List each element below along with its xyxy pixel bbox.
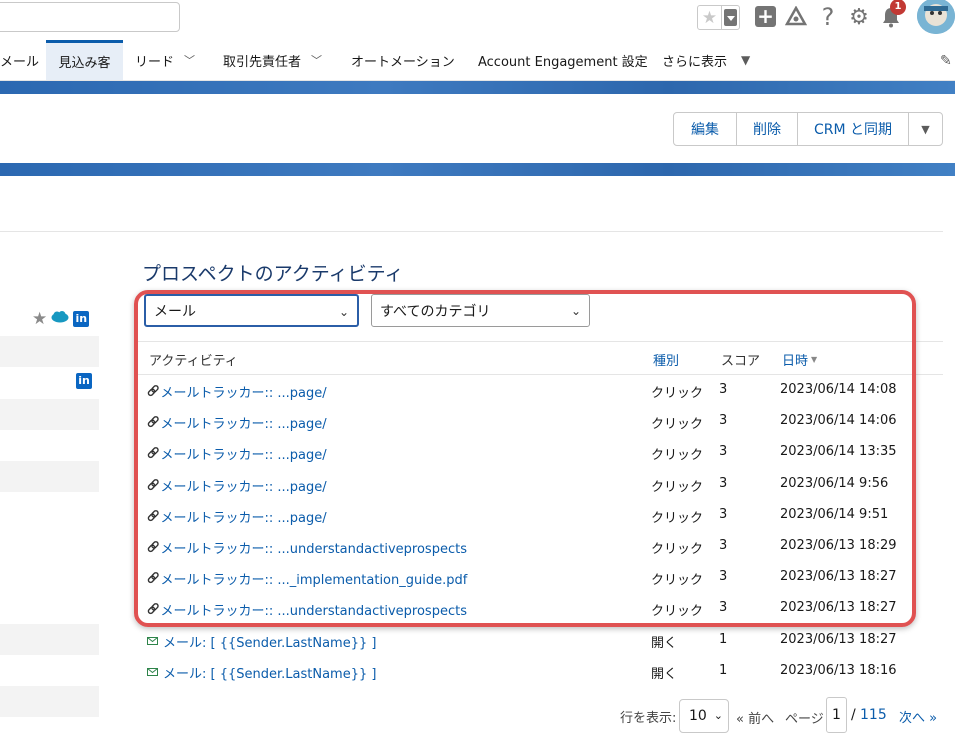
activity-label: メール: [ {{Sender.LastName}} ] [163,666,377,682]
activity-date: 2023/06/13 18:27 [780,631,897,647]
chevron-down-icon[interactable]: ﹀ [311,52,322,68]
nav-item-label: リード [135,54,175,70]
divider [0,231,943,232]
sidebar-field-row [0,336,99,367]
nav-item-more[interactable]: さらに表示 ▼ [662,40,750,80]
nav-item-label: さらに表示 [662,54,728,70]
section-title: プロスペクトのアクティビティ [142,263,404,285]
record-actions-button-group: 編集 削除 CRM と同期 ▼ [673,112,943,146]
activity-link[interactable]: メール: [ {{Sender.LastName}} ] [147,663,376,682]
activity-score: 1 [719,662,728,678]
nav-item-label: メール [0,54,40,70]
header-decoration-band [0,81,955,94]
mail-icon [147,637,158,646]
notification-badge: 1 [890,0,906,15]
favorites-dropdown-button[interactable] [722,6,739,29]
linkedin-icon[interactable]: in [73,311,90,327]
nav-item-label: オートメーション [351,54,455,70]
linkedin-icon[interactable]: in [76,373,92,389]
nav-item-contacts[interactable]: 取引先責任者 ﹀ [223,40,322,80]
nav-item-prospects[interactable]: 見込み客 [46,40,123,80]
avatar[interactable] [917,0,955,34]
social-links: in [76,373,92,389]
table-row: メール: [ {{Sender.LastName}} ] 開く 1 2023/06/1… [138,625,943,656]
global-actions-plus-icon[interactable]: + [755,6,776,27]
nav-item-automation[interactable]: オートメーション [351,40,455,80]
global-search-input[interactable] [0,2,180,32]
rows-per-page-select[interactable]: 10 ⌄ [679,699,729,733]
header-decoration-band [0,163,955,176]
sidebar-field-row [0,686,99,717]
favorite-star-icon[interactable]: ★ [698,6,722,29]
favorites-group[interactable]: ★ [697,5,740,30]
app-nav-bar: メール 見込み客 リード ﹀ 取引先責任者 ﹀ オートメーション Account E… [0,40,955,81]
table-row: メール: [ {{Sender.LastName}} ] 開く 1 2023/06/1… [138,656,943,687]
nav-item-email[interactable]: メール [0,40,39,80]
nav-item-label: 見込み客 [58,56,111,71]
nav-item-leads[interactable]: リード ﹀ [135,40,195,80]
highlight-annotation [134,290,916,627]
caret-down-icon: ▼ [741,53,751,67]
chevron-down-icon [724,9,737,26]
sidebar-field-row [0,624,99,655]
activity-link[interactable]: メール: [ {{Sender.LastName}} ] [147,632,376,651]
edit-nav-pencil-icon[interactable]: ✎ [940,53,952,69]
nav-item-account-engagement-settings[interactable]: Account Engagement 設定 [478,40,648,80]
chevron-down-icon: ⌄ [713,709,723,722]
select-value: 10 [689,708,707,724]
sidebar-field-row [0,399,99,430]
page-label: ページ [785,712,824,727]
page-number-input[interactable]: 1 [826,697,847,733]
gear-icon[interactable]: ⚙ [847,4,871,30]
page-separator: / [851,707,856,723]
activity-score: 1 [719,631,728,647]
salesforce-cloud-icon[interactable] [51,311,69,327]
sync-crm-button[interactable]: CRM と同期 [798,113,909,145]
star-icon[interactable]: ★ [32,309,47,329]
rows-per-page-label: 行を表示: [620,711,677,726]
sidebar-field-row [0,461,99,492]
nav-item-label: Account Engagement 設定 [478,54,648,70]
page-total-link[interactable]: 115 [860,707,887,723]
activity-label: メール: [ {{Sender.LastName}} ] [163,635,377,651]
activity-type: 開く [651,635,678,651]
next-page-link[interactable]: 次へ » [899,707,937,726]
activity-type: 開く [651,666,678,682]
trailhead-icon[interactable] [784,5,808,28]
help-icon[interactable]: ? [818,3,838,31]
nav-item-label: 取引先責任者 [223,54,302,70]
mail-icon [147,668,158,677]
activity-date: 2023/06/13 18:16 [780,662,897,678]
prev-page-link[interactable]: « 前へ [736,708,774,727]
more-actions-dropdown[interactable]: ▼ [909,113,942,145]
edit-button[interactable]: 編集 [674,113,737,145]
delete-button[interactable]: 削除 [737,113,798,145]
social-links: ★ in [32,309,90,329]
chevron-down-icon[interactable]: ﹀ [184,52,195,68]
